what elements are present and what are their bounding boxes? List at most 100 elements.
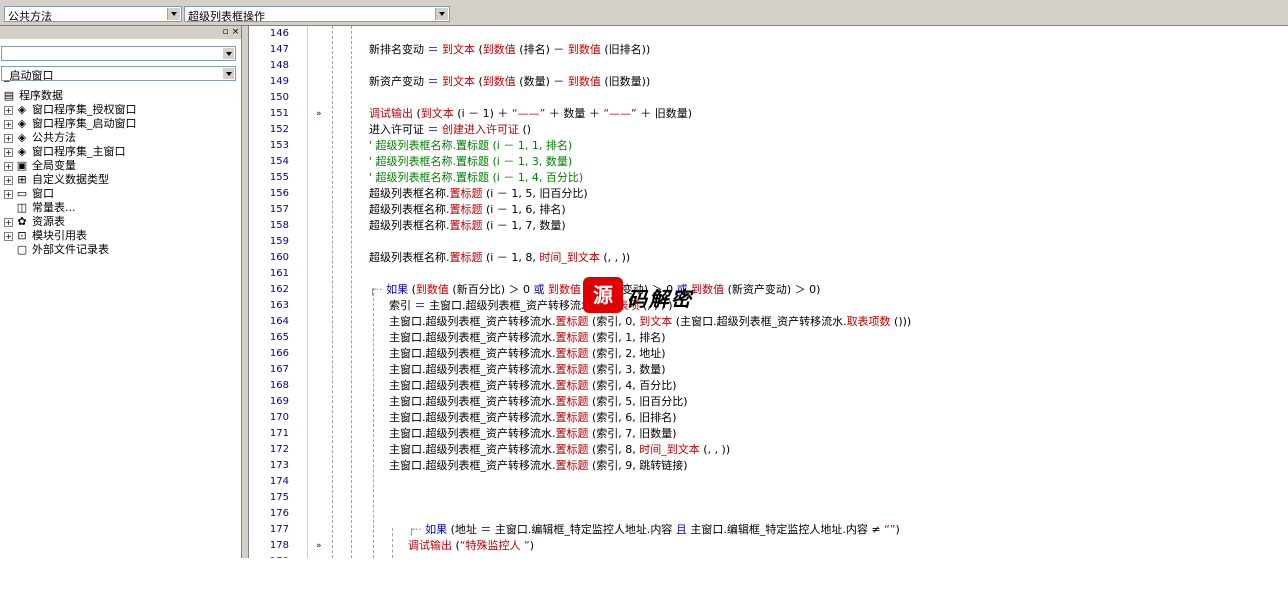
code-line[interactable]: 168 主窗口.超级列表框_资产转移流水.置标题 (索引, 4, 百分比) [249, 378, 1288, 394]
code-line[interactable]: 170 主窗口.超级列表框_资产转移流水.置标题 (索引, 6, 旧排名) [249, 410, 1288, 426]
code-line[interactable]: 177 ┌·· 如果 (地址 ＝ 主窗口.编辑框_特定监控人地址.内容 且 主窗口… [249, 522, 1288, 538]
code-token: (新百分比) ＞ 0 [448, 283, 534, 296]
code-line[interactable]: 174 [249, 474, 1288, 490]
code-line[interactable]: 157 超级列表框名称.置标题 (i － 1, 6, 排名) [249, 202, 1288, 218]
tree-item[interactable]: + ◈ 窗口程序集_启动窗口 [2, 117, 238, 131]
code-line[interactable]: 176 [249, 506, 1288, 522]
code-line[interactable]: 166 主窗口.超级列表框_资产转移流水.置标题 (索引, 2, 地址) [249, 346, 1288, 362]
code-line[interactable]: 160 超级列表框名称.置标题 (i － 1, 8, 时间_到文本 (, , )) [249, 250, 1288, 266]
tree-item[interactable]: ▤ 程序数据 [2, 89, 238, 103]
block-bracket: ┌·· [408, 523, 426, 536]
method-selector-combo[interactable]: 超级列表框操作 [184, 6, 450, 23]
code-line[interactable]: 150 [249, 90, 1288, 106]
expand-icon[interactable]: + [4, 133, 13, 143]
code-line[interactable]: 163索引 ＝ 主窗口.超级列表框_资产转移流水.插入表项 (, , , ) [249, 298, 1288, 314]
code-token: 超级列表框名称. [369, 187, 450, 200]
expand-icon[interactable]: + [4, 119, 13, 129]
tree-item[interactable]: ▢ 外部文件记录表 [2, 243, 238, 257]
code-token: 主窗口.超级列表框_资产转移流水. [389, 459, 556, 472]
code-line[interactable]: 167 主窗口.超级列表框_资产转移流水.置标题 (索引, 3, 数量) [249, 362, 1288, 378]
code-line[interactable]: 146 [249, 26, 1288, 42]
code-token: ( [475, 43, 483, 56]
breakpoint-marker-icon[interactable]: » [316, 106, 322, 122]
code-token: 置标题 [555, 411, 589, 424]
code-text: 主窗口.超级列表框_资产转移流水.置标题 (索引, 6, 旧排名) [389, 410, 677, 426]
code-line[interactable]: 148 [249, 58, 1288, 74]
code-line[interactable]: 162 ┌·· 如果 (到数值 (新百分比) ＞ 0 或 到数值 (新资产变动) … [249, 282, 1288, 298]
code-line[interactable]: 154 ' 超级列表框名称.置标题 (i － 1, 3, 数量) [249, 154, 1288, 170]
line-number: 177 [269, 524, 289, 535]
expand-icon[interactable]: + [4, 105, 13, 115]
line-number: 171 [269, 428, 289, 439]
code-line[interactable]: 164 主窗口.超级列表框_资产转移流水.置标题 (索引, 0, 到文本 (主窗口… [249, 314, 1288, 330]
code-line[interactable]: 165 主窗口.超级列表框_资产转移流水.置标题 (索引, 1, 排名) [249, 330, 1288, 346]
code-token: “特殊监控人 ” [459, 539, 530, 552]
code-line[interactable]: 169 主窗口.超级列表框_资产转移流水.置标题 (索引, 5, 旧百分比) [249, 394, 1288, 410]
chevron-down-icon[interactable] [167, 8, 180, 20]
tree-item[interactable]: + ◈ 公共方法 [2, 131, 238, 145]
tree-item[interactable]: + ✿ 资源表 [2, 215, 238, 229]
code-line[interactable]: 151 » 调试输出 (到文本 (i － 1) ＋ “——” ＋ 数量 ＋ “——”… [249, 106, 1288, 122]
breakpoint-marker-icon[interactable]: » [316, 538, 322, 554]
code-token: 置标题 [555, 315, 589, 328]
line-number: 157 [269, 204, 289, 215]
code-line[interactable]: 173 主窗口.超级列表框_资产转移流水.置标题 (索引, 9, 跳转链接) [249, 458, 1288, 474]
code-token: (i － 1) ＋ [453, 107, 512, 120]
code-token: () [519, 123, 532, 136]
tree-item-label: 模块引用表 [32, 229, 87, 242]
project-panel: ▫ × _启动窗口 ▤ 程序数据 + ◈ 窗口程序集_授权窗口 + ◈ 窗口程序集_启动窗口 +… [0, 26, 242, 558]
code-editor[interactable]: 146 147 新排名变动 ＝ 到文本 (到数值 (排名) － 到数值 (旧排名))… [249, 26, 1288, 558]
code-line[interactable]: 172 主窗口.超级列表框_资产转移流水.置标题 (索引, 8, 时间_到文本 (… [249, 442, 1288, 458]
code-token: (旧数量)) [600, 75, 651, 88]
line-number: 156 [269, 188, 289, 199]
restore-icon[interactable]: ▫ [221, 28, 230, 37]
panel-splitter[interactable] [242, 26, 249, 558]
expand-icon[interactable]: + [4, 147, 13, 157]
code-line[interactable]: 158 超级列表框名称.置标题 (i － 1, 7, 数量) [249, 218, 1288, 234]
resource-icon: ✿ [17, 215, 27, 228]
line-number: 162 [269, 284, 289, 295]
expand-icon[interactable]: + [4, 161, 13, 171]
code-line[interactable]: 156 超级列表框名称.置标题 (i － 1, 5, 旧百分比) [249, 186, 1288, 202]
tree-item[interactable]: + ▭ 窗口 [2, 187, 238, 201]
panel-combo-1[interactable] [1, 46, 236, 61]
tree-item[interactable]: + ◈ 窗口程序集_授权窗口 [2, 103, 238, 117]
line-number: 167 [269, 364, 289, 375]
expand-icon[interactable]: + [4, 231, 13, 241]
code-line[interactable]: 155 ' 超级列表框名称.置标题 (i － 1, 4, 百分比) [249, 170, 1288, 186]
tree-item[interactable]: + ▣ 全局变量 [2, 159, 238, 173]
expand-icon[interactable]: + [4, 175, 13, 185]
chevron-down-icon[interactable] [223, 68, 234, 79]
code-line[interactable]: 171 主窗口.超级列表框_资产转移流水.置标题 (索引, 7, 旧数量) [249, 426, 1288, 442]
code-line[interactable]: 159 [249, 234, 1288, 250]
code-line[interactable]: 153 ' 超级列表框名称.置标题 (i － 1, 1, 排名) [249, 138, 1288, 154]
code-text: ' 超级列表框名称.置标题 (i － 1, 4, 百分比) [369, 170, 583, 186]
code-line[interactable]: 175 [249, 490, 1288, 506]
code-token: 或 [533, 283, 545, 296]
line-number: 176 [269, 508, 289, 519]
expand-icon[interactable]: + [4, 217, 13, 227]
line-number: 159 [269, 236, 289, 247]
code-token: 到数值 [567, 75, 601, 88]
tree-item[interactable]: + ⊞ 自定义数据类型 [2, 173, 238, 187]
code-line[interactable]: 149 新资产变动 ＝ 到文本 (到数值 (数量) － 到数值 (旧数量)) [249, 74, 1288, 90]
code-token: 如果 [425, 523, 448, 536]
chevron-down-icon[interactable] [223, 48, 234, 59]
expand-icon[interactable]: + [4, 189, 13, 199]
code-line[interactable]: 147 新排名变动 ＝ 到文本 (到数值 (排名) － 到数值 (旧排名)) [249, 42, 1288, 58]
code-token: 索引 [389, 299, 415, 312]
panel-titlebar: ▫ × [0, 26, 241, 39]
code-line[interactable]: 178 » 调试输出 (“特殊监控人 ”) [249, 538, 1288, 554]
tree-item[interactable]: ◫ 常量表... [2, 201, 238, 215]
class-selector-combo[interactable]: 公共方法 [4, 6, 182, 23]
chevron-down-icon[interactable] [435, 8, 448, 20]
code-line[interactable]: 161 [249, 266, 1288, 282]
line-number: 174 [269, 476, 289, 487]
tree-item[interactable]: + ⊡ 模块引用表 [2, 229, 238, 243]
code-token: ( [452, 539, 460, 552]
close-icon[interactable]: × [231, 28, 240, 37]
tree-item[interactable]: + ◈ 窗口程序集_主窗口 [2, 145, 238, 159]
panel-combo-2[interactable]: _启动窗口 [1, 66, 236, 82]
code-token: ＋ 旧数量) [636, 107, 693, 120]
code-line[interactable]: 152 进入许可证 ＝ 创建进入许可证 () [249, 122, 1288, 138]
